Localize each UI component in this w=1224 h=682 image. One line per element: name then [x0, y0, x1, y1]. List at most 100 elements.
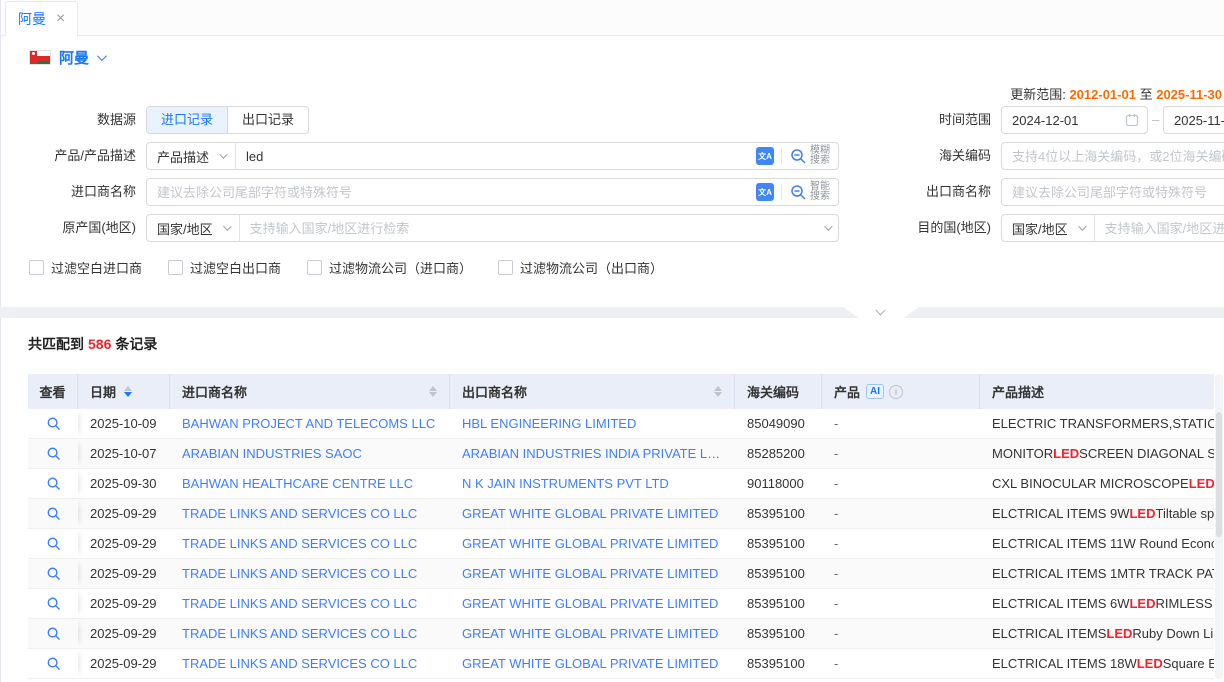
destination-select[interactable]: 国家/地区 [1002, 215, 1095, 241]
view-record-icon[interactable] [46, 566, 61, 581]
description-cell: ELCTRICAL ITEMS 1MTR TRACK PATT... [980, 559, 1214, 588]
description-cell: ELCTRICAL ITEMS LED Ruby Down Li... [980, 619, 1214, 648]
importer-link[interactable]: BAHWAN PROJECT AND TELECOMS LLC [182, 416, 435, 431]
importer-link[interactable]: TRADE LINKS AND SERVICES CO LLC [182, 596, 417, 611]
tab-label: 阿曼 [18, 9, 46, 29]
date-range-separator: – [1152, 106, 1159, 134]
hs-code-cell: 85395100 [735, 619, 822, 648]
sort-icons[interactable] [714, 386, 722, 397]
importer-link[interactable]: BAHWAN HEALTHCARE CENTRE LLC [182, 476, 413, 491]
checkbox-filter-logistics-importer[interactable]: 过滤物流公司（进口商） [307, 258, 472, 277]
exporter-link[interactable]: GREAT WHITE GLOBAL PRIVATE LIMITED [462, 626, 718, 641]
exporter-cell: GREAT WHITE GLOBAL PRIVATE LIMITED [450, 619, 735, 648]
column-header-date[interactable]: 日期 [78, 374, 170, 409]
importer-link[interactable]: TRADE LINKS AND SERVICES CO LLC [182, 506, 417, 521]
exporter-link[interactable]: GREAT WHITE GLOBAL PRIVATE LIMITED [462, 596, 718, 611]
view-record-icon[interactable] [46, 506, 61, 521]
export-records-button[interactable]: 出口记录 [227, 107, 308, 133]
exporter-link[interactable]: ARABIAN INDUSTRIES INDIA PRIVATE LIMIT..… [462, 446, 723, 461]
importer-link[interactable]: TRADE LINKS AND SERVICES CO LLC [182, 626, 417, 641]
exporter-link[interactable]: GREAT WHITE GLOBAL PRIVATE LIMITED [462, 656, 718, 671]
view-cell [28, 589, 78, 618]
importer-link[interactable]: TRADE LINKS AND SERVICES CO LLC [182, 566, 417, 581]
date-from-input[interactable]: 2024-12-01 [1001, 106, 1148, 134]
info-icon[interactable]: i [889, 385, 903, 399]
data-source-toggle: 进口记录 出口记录 [146, 106, 309, 134]
smart-search-button[interactable]: 智能 搜索 [789, 182, 830, 202]
importer-cell: TRADE LINKS AND SERVICES CO LLC [170, 499, 450, 528]
destination-input[interactable] [1095, 215, 1224, 241]
tab-oman[interactable]: 阿曼 × [5, 1, 78, 37]
results-table: 查看 日期 进口商名称 出口商名称 海关编码 产品 AI i [28, 374, 1214, 679]
checkbox-filter-blank-exporter[interactable]: 过滤空白出口商 [168, 258, 281, 277]
exporter-link[interactable]: GREAT WHITE GLOBAL PRIVATE LIMITED [462, 506, 718, 521]
view-record-icon[interactable] [46, 416, 61, 431]
update-range-from: 2012-01-01 [1069, 87, 1136, 102]
column-header-hs-code: 海关编码 [735, 374, 822, 409]
date-from-value: 2024-12-01 [1012, 113, 1125, 128]
date-to-input[interactable]: 2025-11-30 [1163, 106, 1224, 134]
exporter-link[interactable]: HBL ENGINEERING LIMITED [462, 416, 636, 431]
exporter-link[interactable]: GREAT WHITE GLOBAL PRIVATE LIMITED [462, 566, 718, 581]
exporter-link[interactable]: N K JAIN INSTRUMENTS PVT LTD [462, 476, 669, 491]
origin-country-group: 国家/地区 [146, 214, 839, 242]
importer-cell: TRADE LINKS AND SERVICES CO LLC [170, 589, 450, 618]
collapse-panel-handle[interactable] [843, 307, 919, 318]
result-count: 586 [84, 336, 115, 352]
product-cell: - [822, 409, 980, 438]
column-header-view: 查看 [28, 374, 78, 409]
checkbox-filter-blank-importer[interactable]: 过滤空白进口商 [29, 258, 142, 277]
view-record-icon[interactable] [46, 536, 61, 551]
scrollbar-thumb[interactable] [1216, 412, 1222, 537]
exporter-cell: GREAT WHITE GLOBAL PRIVATE LIMITED [450, 559, 735, 588]
date-cell: 2025-09-29 [78, 529, 170, 558]
chevron-down-icon[interactable] [824, 222, 832, 230]
close-icon[interactable]: × [56, 12, 65, 26]
fuzzy-search-button[interactable]: 模糊 搜索 [789, 146, 830, 166]
exporter-cell: HBL ENGINEERING LIMITED [450, 409, 735, 438]
translate-icon[interactable]: 文A [756, 183, 774, 201]
origin-country-select[interactable]: 国家/地区 [147, 215, 240, 241]
destination-label: 目的国(地区) [881, 214, 991, 242]
checkbox-icon [168, 260, 183, 275]
view-record-icon[interactable] [46, 626, 61, 641]
magnifier-icon [789, 147, 807, 165]
importer-link[interactable]: TRADE LINKS AND SERVICES CO LLC [182, 536, 417, 551]
view-cell [28, 649, 78, 678]
country-selector[interactable]: 阿曼 [29, 47, 104, 68]
view-record-icon[interactable] [46, 476, 61, 491]
checkbox-filter-logistics-exporter[interactable]: 过滤物流公司（出口商） [498, 258, 663, 277]
view-record-icon[interactable] [46, 656, 61, 671]
view-record-icon[interactable] [46, 596, 61, 611]
sort-icons[interactable] [124, 386, 132, 397]
product-type-select[interactable]: 产品描述 [147, 143, 236, 169]
oman-flag-icon [29, 50, 51, 65]
description-cell: ELCTRICAL ITEMS 11W Round Econo... [980, 529, 1214, 558]
update-range-text: 更新范围: 2012-01-01 至 2025-11-30 [1010, 84, 1222, 103]
sort-icons[interactable] [429, 386, 437, 397]
importer-input[interactable] [147, 179, 756, 205]
importer-link[interactable]: TRADE LINKS AND SERVICES CO LLC [182, 656, 417, 671]
exporter-input[interactable] [1002, 179, 1224, 205]
exporter-cell: GREAT WHITE GLOBAL PRIVATE LIMITED [450, 589, 735, 618]
hs-code-input[interactable] [1002, 143, 1224, 169]
hs-code-cell: 85395100 [735, 559, 822, 588]
exporter-link[interactable]: GREAT WHITE GLOBAL PRIVATE LIMITED [462, 536, 718, 551]
hs-code-cell: 85049090 [735, 409, 822, 438]
chevron-down-icon [219, 150, 227, 158]
view-record-icon[interactable] [46, 446, 61, 461]
import-records-button[interactable]: 进口记录 [147, 107, 227, 133]
translate-icon[interactable]: 文A [756, 147, 774, 165]
importer-cell: TRADE LINKS AND SERVICES CO LLC [170, 649, 450, 678]
importer-cell: BAHWAN HEALTHCARE CENTRE LLC [170, 469, 450, 498]
hs-code-cell: 85395100 [735, 649, 822, 678]
product-search-input[interactable] [236, 143, 756, 169]
vertical-scrollbar[interactable] [1215, 374, 1223, 679]
origin-country-input[interactable] [240, 215, 824, 241]
hs-code-label: 海关编码 [881, 142, 991, 170]
exporter-cell: N K JAIN INSTRUMENTS PVT LTD [450, 469, 735, 498]
importer-link[interactable]: ARABIAN INDUSTRIES SAOC [182, 446, 362, 461]
column-header-importer[interactable]: 进口商名称 [170, 374, 450, 409]
exporter-group [1001, 178, 1224, 206]
column-header-exporter[interactable]: 出口商名称 [450, 374, 735, 409]
